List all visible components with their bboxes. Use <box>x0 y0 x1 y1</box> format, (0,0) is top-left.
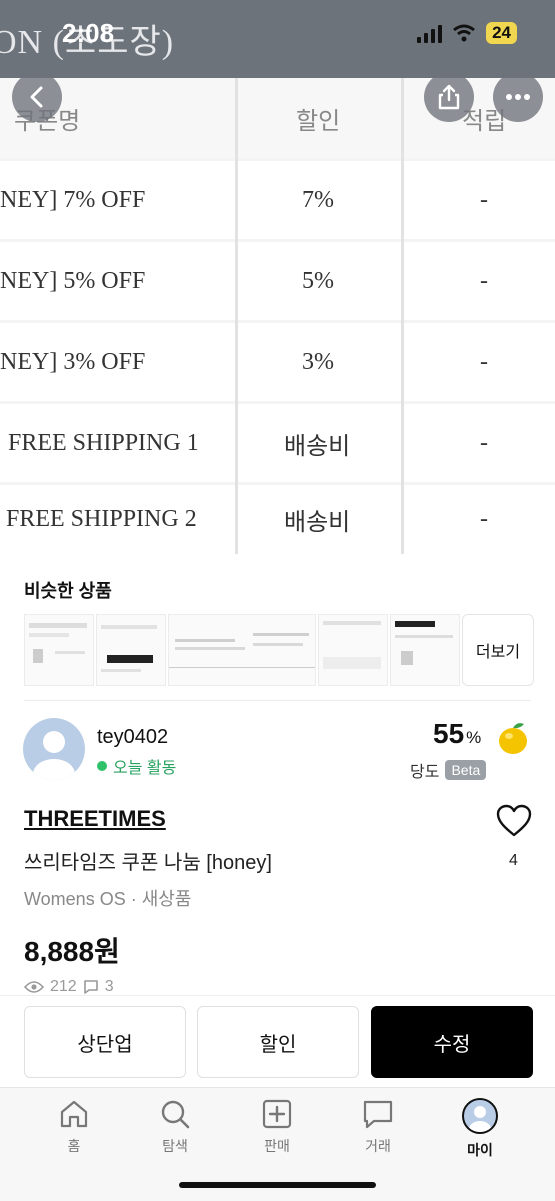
similar-product-thumbnail[interactable] <box>96 614 166 686</box>
coupon-discount: 배송비 <box>284 510 351 536</box>
similar-product-thumbnail[interactable] <box>318 614 388 686</box>
seller-name[interactable]: tey0402 <box>97 726 168 749</box>
table-divider <box>235 78 238 554</box>
edit-button[interactable]: 수정 <box>371 1006 533 1078</box>
product-category: Womens OS · 새상품 <box>24 889 192 909</box>
user-icon <box>33 731 75 780</box>
table-divider <box>401 78 404 554</box>
product-title: 쓰리타임즈 쿠폰 나눔 [honey] <box>24 852 272 874</box>
more-icon <box>506 94 530 100</box>
coupon-row: NEY] 7% OFF 7% - <box>0 161 555 239</box>
status-icons: 24 <box>417 22 517 44</box>
coupon-points: - <box>480 348 488 375</box>
sweetness-text: 당도 <box>410 764 440 781</box>
eye-icon <box>24 981 44 993</box>
home-indicator <box>179 1182 376 1188</box>
activity-status: 오늘 활동 <box>97 754 176 778</box>
search-icon <box>161 1100 190 1129</box>
coupon-row: FREE SHIPPING 2 배송비 - <box>0 485 555 554</box>
my-avatar-icon <box>462 1098 498 1134</box>
more-similar-button[interactable]: 더보기 <box>462 614 534 686</box>
tab-my[interactable]: 마이 <box>440 1098 520 1160</box>
status-bar: ON (초도장) 2:08 24 <box>0 0 555 78</box>
brand-link[interactable]: THREETIMES <box>24 806 166 832</box>
coupon-name: NEY] 7% OFF <box>0 186 146 213</box>
like-heart-icon[interactable] <box>496 804 532 838</box>
coupon-row: NEY] 3% OFF 3% - <box>0 323 555 401</box>
view-count: 212 <box>50 978 77 995</box>
lemon-icon <box>499 723 527 754</box>
like-count: 4 <box>509 852 518 869</box>
coupon-name: FREE SHIPPING 1 <box>8 429 199 456</box>
tab-home[interactable]: 홈 <box>34 1098 114 1156</box>
score-value: 55 <box>433 718 465 749</box>
tab-sell-label: 판매 <box>264 1138 290 1154</box>
wifi-icon <box>453 24 476 42</box>
similar-products-title: 비슷한 상품 <box>24 581 112 601</box>
activity-label: 오늘 활동 <box>113 760 177 777</box>
seller-avatar[interactable] <box>23 718 85 780</box>
chat-count: 3 <box>104 978 114 995</box>
online-dot-icon <box>97 761 107 771</box>
sweetness-score: 55% <box>433 718 481 750</box>
coupon-points: - <box>480 429 488 456</box>
coupon-name: NEY] 3% OFF <box>0 348 146 375</box>
more-options-button[interactable] <box>493 72 543 122</box>
coupon-points: - <box>480 506 488 532</box>
tab-trade[interactable]: 거래 <box>338 1098 418 1156</box>
discount-button[interactable]: 할인 <box>197 1006 359 1078</box>
product-stats: 212 3 <box>24 978 114 996</box>
chat-bubble-icon <box>363 1100 393 1129</box>
beta-badge: Beta <box>445 760 487 780</box>
coupon-row: FREE SHIPPING 1 배송비 - <box>0 404 555 482</box>
add-box-icon <box>262 1099 292 1129</box>
coupon-points: - <box>480 267 488 294</box>
chat-icon <box>83 980 98 994</box>
coupon-header-discount: 할인 <box>296 108 341 135</box>
battery-indicator: 24 <box>486 22 517 44</box>
similar-product-thumbnail[interactable] <box>24 614 94 686</box>
chevron-left-icon <box>30 86 43 108</box>
tab-my-label: 마이 <box>467 1142 493 1158</box>
divider <box>24 700 531 701</box>
coupon-discount: 5% <box>302 267 334 294</box>
tab-trade-label: 거래 <box>365 1138 391 1154</box>
product-price: 8,888원 <box>24 936 120 967</box>
sweetness-label: 당도 Beta <box>410 758 487 782</box>
status-time: 2:08 <box>62 18 115 48</box>
coupon-name: FREE SHIPPING 2 <box>6 506 197 532</box>
similar-product-thumbnail[interactable] <box>390 614 460 686</box>
coupon-discount: 3% <box>302 348 334 375</box>
coupon-discount: 배송비 <box>284 433 351 460</box>
signal-icon <box>417 23 443 43</box>
home-icon <box>60 1100 88 1128</box>
back-button[interactable] <box>12 72 62 122</box>
tab-home-label: 홈 <box>67 1138 81 1154</box>
tab-explore[interactable]: 탐색 <box>135 1098 215 1156</box>
coupon-points: - <box>480 186 488 213</box>
bump-button[interactable]: 상단업 <box>24 1006 186 1078</box>
coupon-row: NEY] 5% OFF 5% - <box>0 242 555 320</box>
score-unit: % <box>466 728 482 747</box>
tab-explore-label: 탐색 <box>162 1138 188 1154</box>
share-button[interactable] <box>424 72 474 122</box>
tab-sell[interactable]: 판매 <box>237 1098 317 1156</box>
share-icon <box>438 84 460 110</box>
similar-product-thumbnail[interactable] <box>168 614 316 686</box>
coupon-image: 쿠폰명 할인 적립 NEY] 7% OFF 7% - NEY] 5% OFF 5… <box>0 78 555 554</box>
action-bar: 상단업 할인 수정 <box>0 995 555 1088</box>
coupon-name: NEY] 5% OFF <box>0 267 146 294</box>
coupon-discount: 7% <box>302 186 334 213</box>
